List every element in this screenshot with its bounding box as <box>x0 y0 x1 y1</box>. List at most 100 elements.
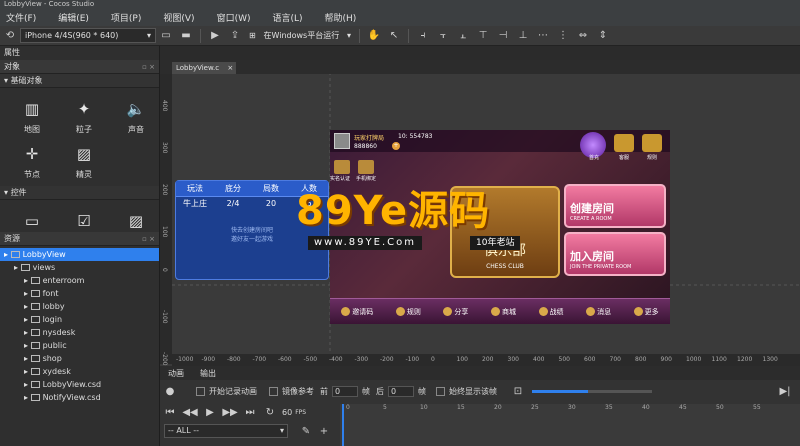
tree-item[interactable]: ▸ NotifyView.csd <box>0 391 159 404</box>
last-frame-icon[interactable]: ⏭ <box>243 405 257 419</box>
zoom-slider[interactable] <box>532 389 652 393</box>
object-item[interactable]: ▨图片 <box>112 210 159 232</box>
filter-dropdown[interactable]: -- ALL -- ▾ <box>164 424 288 438</box>
tree-item[interactable]: ▸ views <box>0 261 159 274</box>
tree-item[interactable]: ▸ LobbyView.csd <box>0 378 159 391</box>
edit-icon[interactable]: ✎ <box>299 424 313 438</box>
menu-item[interactable]: 项目(P) <box>111 11 141 24</box>
game-bottom-button[interactable]: 消息 <box>586 307 611 317</box>
game-bottom-button[interactable]: 战绩 <box>538 307 564 317</box>
hand-icon[interactable]: ✋ <box>367 29 381 43</box>
object-item[interactable]: ☑复选框 <box>60 210 108 232</box>
tree-item[interactable]: ▸ font <box>0 287 159 300</box>
align-left-icon[interactable]: ⫞ <box>416 29 430 43</box>
align-right-icon[interactable]: ⫠ <box>456 29 470 43</box>
tree-item[interactable]: ▸ nysdesk <box>0 326 159 339</box>
object-item[interactable]: ▨ 精灵 <box>60 143 108 180</box>
object-item[interactable]: 🔈 声音 <box>112 98 160 135</box>
device-dropdown[interactable]: iPhone 4/4S(960 * 640) ▾ <box>20 28 156 43</box>
playhead[interactable] <box>342 404 344 446</box>
tree-item[interactable]: ▸ xydesk <box>0 365 159 378</box>
object-item[interactable]: ▭按钮 <box>8 210 56 232</box>
prev-frames-input[interactable]: 0 <box>332 385 358 397</box>
basic-objects-grid: ▥ 地图 ✦ 粒子 🔈 声音 ✛ 节点 ▨ 精灵 <box>0 88 159 184</box>
service-icon[interactable] <box>614 134 634 152</box>
next-frame-icon[interactable]: ▶▶ <box>222 405 237 419</box>
game-bottom-button[interactable]: 分享 <box>443 307 468 317</box>
image-icon: ▨ <box>128 212 144 230</box>
next-frames-input[interactable]: 0 <box>388 385 414 397</box>
menu-item[interactable]: 视图(V) <box>163 11 194 24</box>
tab-lobbyview[interactable]: LobbyView.c × <box>172 62 236 74</box>
prev-frame-icon[interactable]: ◀◀ <box>182 405 197 419</box>
panel-controls-icon[interactable]: ▫ × <box>142 232 155 246</box>
timeline-end-icon[interactable]: ▶| <box>778 384 792 398</box>
tree-item[interactable]: ▸ public <box>0 339 159 352</box>
play-icon[interactable]: ▶ <box>203 405 217 419</box>
game-bottom-button[interactable]: 规则 <box>395 307 421 317</box>
create-room-button[interactable]: 创建房间 CREATE A ROOM <box>564 184 666 228</box>
layout-portrait-icon[interactable]: ▭ <box>159 29 173 43</box>
align-top-icon[interactable]: ⊤ <box>476 29 490 43</box>
tree-item[interactable]: ▸ login <box>0 313 159 326</box>
same-height-icon[interactable]: ⇕ <box>596 29 610 43</box>
game-bottom-button[interactable]: 邀请码 <box>341 307 373 317</box>
avatar[interactable] <box>334 133 350 149</box>
panel-controls-icon[interactable]: ▫ × <box>142 60 155 74</box>
zoom-fit-icon[interactable]: ⊡ <box>511 384 525 398</box>
tab-output[interactable]: 输出 <box>200 368 216 379</box>
fps-value[interactable]: 60 <box>282 408 292 417</box>
run-target-dropdown[interactable]: ⊞ 在Windows平台运行 ▾ <box>245 28 355 43</box>
same-width-icon[interactable]: ⇔ <box>576 29 590 43</box>
layout-landscape-icon[interactable]: ▬ <box>179 29 193 43</box>
menu-item[interactable]: 窗口(W) <box>217 11 251 24</box>
tree-root[interactable]: ▸ LobbyView <box>0 248 159 261</box>
menu-item[interactable]: 文件(F) <box>6 11 36 24</box>
game-bottom-button[interactable]: 商城 <box>490 307 516 317</box>
join-room-button[interactable]: 加入房间 JOIN THE PRIVATE ROOM <box>564 232 666 276</box>
align-bottom-icon[interactable]: ⊥ <box>516 29 530 43</box>
tab-animation[interactable]: 动画 <box>168 368 184 379</box>
menu-item[interactable]: 帮助(H) <box>325 11 357 24</box>
object-item[interactable]: ✦ 粒子 <box>60 98 108 135</box>
play-icon[interactable]: ▶ <box>208 29 222 43</box>
particle-icon: ✦ <box>77 100 91 118</box>
timeline-track[interactable]: 0 5 10 15 20 25 30 35 40 45 50 55 <box>340 404 800 446</box>
add-icon[interactable]: + <box>317 424 331 438</box>
phone-bind-icon[interactable] <box>358 160 374 174</box>
mirror-checkbox[interactable] <box>269 386 278 396</box>
zoom-slider-fill <box>532 389 588 393</box>
publish-icon[interactable]: ⇪ <box>228 29 242 43</box>
loop-icon[interactable]: ↻ <box>263 405 277 419</box>
game-bottom-button[interactable]: 更多 <box>633 307 659 317</box>
basic-section-header[interactable]: ▾ 基础对象 <box>0 74 159 88</box>
close-icon[interactable]: × <box>227 64 233 72</box>
add-coins-icon[interactable]: + <box>392 142 400 150</box>
always-show-checkbox[interactable] <box>436 386 445 396</box>
align-center-icon[interactable]: ⫟ <box>436 29 450 43</box>
record-checkbox[interactable] <box>196 386 205 396</box>
menu-item[interactable]: 语言(L) <box>272 11 302 24</box>
refresh-icon[interactable]: ⟲ <box>3 29 17 43</box>
distribute-v-icon[interactable]: ⋮ <box>556 29 570 43</box>
toolbar-separator <box>359 28 360 43</box>
menu-item[interactable]: 编辑(E) <box>58 11 89 24</box>
object-item[interactable]: ✛ 节点 <box>8 143 56 180</box>
sound-icon: 🔈 <box>126 100 146 118</box>
select-icon[interactable]: ↖ <box>387 29 401 43</box>
tree-item[interactable]: ▸ enterroom <box>0 274 159 287</box>
keyframe-icon[interactable]: ● <box>163 384 177 398</box>
realname-icon[interactable] <box>334 160 350 174</box>
controls-section-header[interactable]: ▾ 控件 <box>0 186 159 200</box>
tree-item[interactable]: ▸ lobby <box>0 300 159 313</box>
always-show-label: 始终显示该帧 <box>449 386 497 396</box>
tree-item[interactable]: ▸ shop <box>0 352 159 365</box>
timeline-tick: 55 <box>753 404 761 411</box>
device-label: iPhone 4/4S(960 * 640) <box>25 31 119 40</box>
first-frame-icon[interactable]: ⏮ <box>163 405 177 419</box>
align-middle-icon[interactable]: ⊣ <box>496 29 510 43</box>
object-item[interactable]: ▥ 地图 <box>8 98 56 135</box>
rules-icon[interactable] <box>642 134 662 152</box>
timeline-ticks: 0 5 10 15 20 25 30 35 40 45 50 55 <box>340 404 800 416</box>
distribute-h-icon[interactable]: ⋯ <box>536 29 550 43</box>
